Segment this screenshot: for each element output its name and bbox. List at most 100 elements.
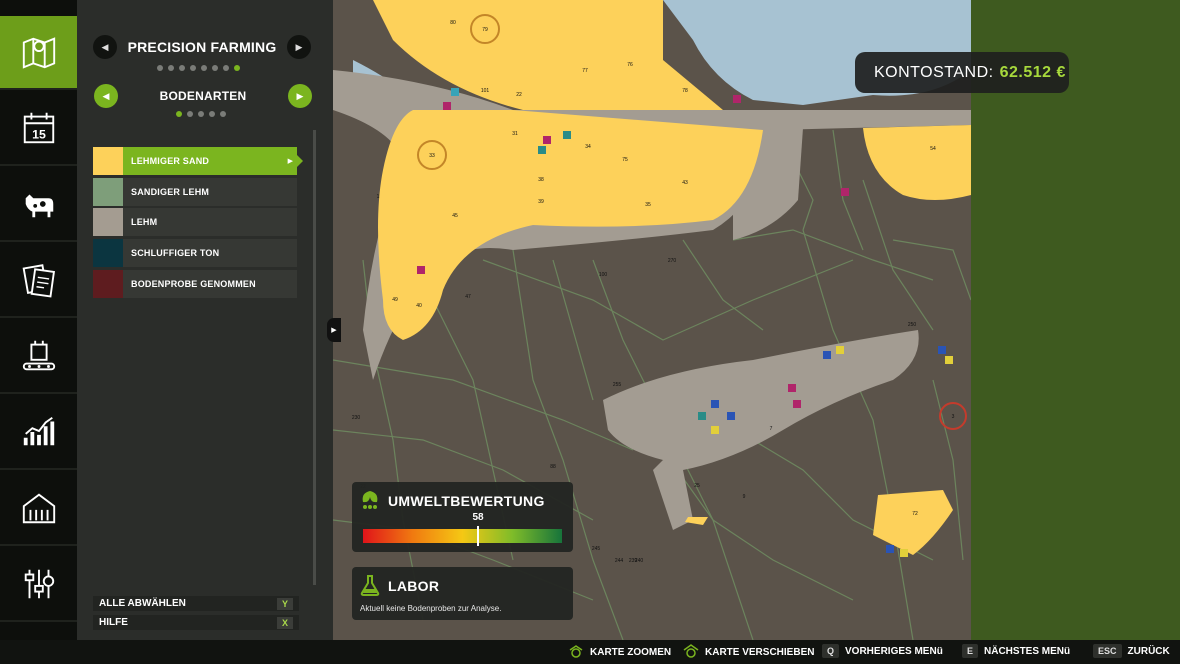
calendar-day: 15 <box>32 127 46 141</box>
map-icon <box>22 37 55 69</box>
deselect-all-label: ALLE ABWÄHLEN <box>99 598 186 609</box>
flask-icon <box>360 575 380 596</box>
key-hint: X <box>276 616 293 629</box>
hint-label: VORHERIGES MENü <box>845 645 943 657</box>
legend-item-sandiger-lehm[interactable]: SANDIGER LEHM <box>93 178 297 206</box>
hint-back[interactable]: ESC ZURÜCK <box>1093 644 1170 658</box>
legend-item-lehm[interactable]: LEHM <box>93 208 297 236</box>
svg-text:245: 245 <box>592 546 601 552</box>
legend-swatch <box>93 147 123 175</box>
legend-swatch <box>93 208 123 236</box>
svg-text:45: 45 <box>452 213 458 219</box>
layer-dot <box>220 111 226 117</box>
svg-text:79: 79 <box>482 27 488 33</box>
nav-item-calendar[interactable]: 15 <box>0 92 77 166</box>
legend-label: SCHLUFFIGER TON <box>131 248 220 258</box>
nav-item-statistics[interactable] <box>0 396 77 470</box>
panel-scrollbar[interactable] <box>313 130 316 585</box>
hint-label: ZURÜCK <box>1127 645 1170 657</box>
collapse-panel-handle[interactable]: ▶ <box>327 318 341 342</box>
svg-text:7: 7 <box>770 426 773 432</box>
settings-icon <box>24 569 54 599</box>
hint-next-menu[interactable]: E NÄCHSTES MENü <box>962 644 1070 658</box>
input-hints-bar: KARTE ZOOMEN KARTE VERSCHIEBEN Q VORHERI… <box>0 640 1180 664</box>
hint-label: KARTE VERSCHIEBEN <box>705 646 815 658</box>
svg-text:34: 34 <box>585 144 591 150</box>
svg-text:88: 88 <box>550 464 556 470</box>
help-label: HILFE <box>99 617 128 628</box>
key-hint: Y <box>276 597 293 610</box>
svg-text:39: 39 <box>538 199 544 205</box>
layer-dot <box>209 111 215 117</box>
layer-dot <box>187 111 193 117</box>
deselect-all-button[interactable]: ALLE ABWÄHLEN Y <box>93 596 299 611</box>
legend-item-schluffiger-ton[interactable]: SCHLUFFIGER TON <box>93 239 297 267</box>
hint-move-map[interactable]: KARTE VERSCHIEBEN <box>683 644 814 660</box>
cow-icon <box>25 194 53 218</box>
page-indicator <box>157 65 240 71</box>
svg-text:40: 40 <box>416 303 422 309</box>
nav-item-contracts[interactable] <box>0 244 77 318</box>
environment-score: 58 <box>472 512 484 523</box>
svg-text:100: 100 <box>599 272 608 278</box>
page-title: PRECISION FARMING <box>127 39 277 55</box>
page-dot <box>157 65 163 71</box>
legend-swatch <box>93 239 123 267</box>
svg-text:3: 3 <box>952 414 955 420</box>
key-e: E <box>962 644 979 658</box>
key-q: Q <box>822 644 840 658</box>
legend-label: LEHMIGER SAND <box>131 156 210 166</box>
svg-text:72: 72 <box>912 511 918 517</box>
page-dot <box>201 65 207 71</box>
nav-item-map[interactable] <box>0 16 77 90</box>
main-menu-sidebar: 15 <box>0 0 77 640</box>
nav-item-settings[interactable] <box>0 548 77 622</box>
svg-text:270: 270 <box>668 258 677 264</box>
hint-previous-menu[interactable]: Q VORHERIGES MENü <box>822 644 943 658</box>
lab-card: LABOR Aktuell keine Bodenproben zur Anal… <box>352 567 573 620</box>
legend-item-bodenprobe[interactable]: BODENPROBE GENOMMEN <box>93 270 297 298</box>
svg-text:38: 38 <box>538 177 544 183</box>
environment-score-marker <box>477 526 479 546</box>
nav-item-production[interactable] <box>0 320 77 394</box>
leaf-stars-icon <box>362 491 378 509</box>
help-button[interactable]: HILFE X <box>93 615 299 630</box>
svg-text:76: 76 <box>627 62 633 68</box>
environment-gradient-bar <box>363 529 562 543</box>
layer-title-row: ◀ BODENARTEN ▶ <box>94 84 312 108</box>
hint-label: NÄCHSTES MENü <box>984 645 1071 657</box>
layer-indicator <box>176 111 226 117</box>
environment-score-card: UMWELTBEWERTUNG 58 <box>352 482 573 552</box>
balance-label: KONTOSTAND: <box>874 63 994 81</box>
nav-item-buildings[interactable] <box>0 472 77 546</box>
prev-layer-button[interactable]: ◀ <box>94 84 118 108</box>
caret-right-icon: ▶ <box>287 158 293 165</box>
layer-title: BODENARTEN <box>159 89 247 103</box>
legend-swatch <box>93 178 123 206</box>
hint-zoom-map[interactable]: KARTE ZOOMEN <box>568 644 671 660</box>
lab-title: LABOR <box>388 578 440 594</box>
environment-title: UMWELTBEWERTUNG <box>388 493 545 509</box>
svg-text:47: 47 <box>465 294 471 300</box>
layer-dot <box>198 111 204 117</box>
svg-text:77: 77 <box>582 68 588 74</box>
svg-text:22: 22 <box>516 92 522 98</box>
next-layer-button[interactable]: ▶ <box>287 84 312 108</box>
legend-label: LEHM <box>131 217 158 227</box>
balance-value: 62.512 € <box>999 63 1066 81</box>
svg-text:43: 43 <box>682 180 688 186</box>
account-balance: KONTOSTAND: 62.512 € <box>855 52 1069 93</box>
legend-item-lehmiger-sand[interactable]: LEHMIGER SAND ▶ <box>93 147 303 175</box>
lab-message: Aktuell keine Bodenproben zur Analyse. <box>360 604 502 613</box>
svg-text:75: 75 <box>622 157 628 163</box>
next-page-button[interactable]: ▶ <box>286 35 311 59</box>
svg-text:25: 25 <box>694 483 700 489</box>
prev-page-button[interactable]: ◀ <box>93 35 117 59</box>
svg-text:9: 9 <box>743 494 746 500</box>
move-icon <box>683 644 699 658</box>
barn-icon <box>22 493 55 524</box>
statistics-icon <box>23 416 54 446</box>
svg-text:80: 80 <box>450 20 456 26</box>
nav-item-animals[interactable] <box>0 168 77 242</box>
legend-label: BODENPROBE GENOMMEN <box>131 279 256 289</box>
